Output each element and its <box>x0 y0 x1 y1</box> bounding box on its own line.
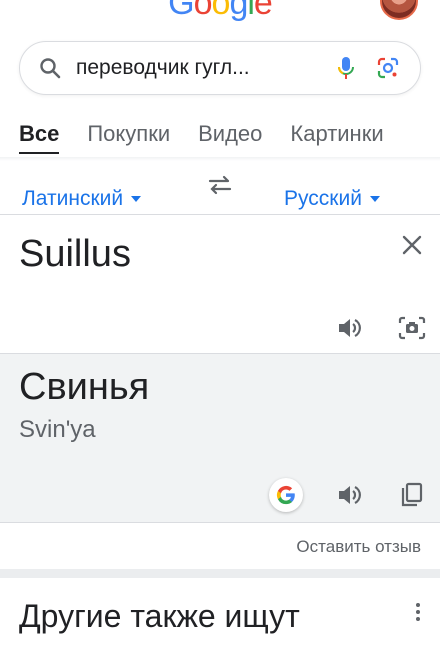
source-text-panel: Suillus <box>0 215 440 353</box>
close-icon[interactable] <box>400 233 424 257</box>
search-input[interactable]: переводчик гугл... <box>76 56 334 80</box>
tab-images[interactable]: Картинки <box>290 121 383 157</box>
transliteration-text: Svin'ya <box>19 416 96 443</box>
target-language-select[interactable]: Русский <box>284 187 380 211</box>
source-text-input[interactable]: Suillus <box>19 233 131 276</box>
chevron-down-icon <box>131 196 142 202</box>
logo-letter: g <box>229 0 248 22</box>
logo-letter: o <box>211 0 231 22</box>
google-translate-button[interactable] <box>269 478 303 512</box>
google-lens-icon[interactable] <box>376 56 400 80</box>
speaker-icon[interactable] <box>336 482 362 508</box>
logo-letter: e <box>253 0 273 22</box>
feedback-link[interactable]: Оставить отзыв <box>296 537 421 557</box>
target-language-label: Русский <box>284 187 362 210</box>
section-separator <box>0 569 440 578</box>
source-language-select[interactable]: Латинский <box>22 187 142 211</box>
swap-languages-icon[interactable] <box>207 175 233 195</box>
translation-panel: Свинья Svin'ya <box>0 354 440 522</box>
copy-icon[interactable] <box>400 482 424 508</box>
search-tabs: Все Покупки Видео Картинки <box>19 121 440 157</box>
tab-all[interactable]: Все <box>19 121 60 154</box>
search-bar[interactable]: переводчик гугл... <box>19 41 421 95</box>
search-icon[interactable] <box>38 56 62 80</box>
related-searches-title: Другие также ищут <box>19 598 300 634</box>
translation-text: Свинья <box>19 366 150 408</box>
chevron-down-icon <box>369 196 380 202</box>
google-logo[interactable]: Google <box>0 0 440 23</box>
source-language-label: Латинский <box>22 187 124 210</box>
tabs-divider <box>0 157 440 161</box>
camera-icon[interactable] <box>398 315 426 341</box>
page: Google переводчик гугл... Все Покупки Ви… <box>0 0 440 660</box>
tab-shopping[interactable]: Покупки <box>87 121 170 157</box>
divider <box>0 522 440 523</box>
tab-videos[interactable]: Видео <box>198 121 262 157</box>
microphone-icon[interactable] <box>334 55 358 81</box>
language-selector-row: Латинский Русский <box>0 175 440 215</box>
more-options-icon[interactable] <box>414 602 422 622</box>
logo-letter: o <box>193 0 213 22</box>
logo-letter: G <box>168 0 194 22</box>
speaker-icon[interactable] <box>336 315 362 341</box>
google-g-icon <box>276 485 295 505</box>
